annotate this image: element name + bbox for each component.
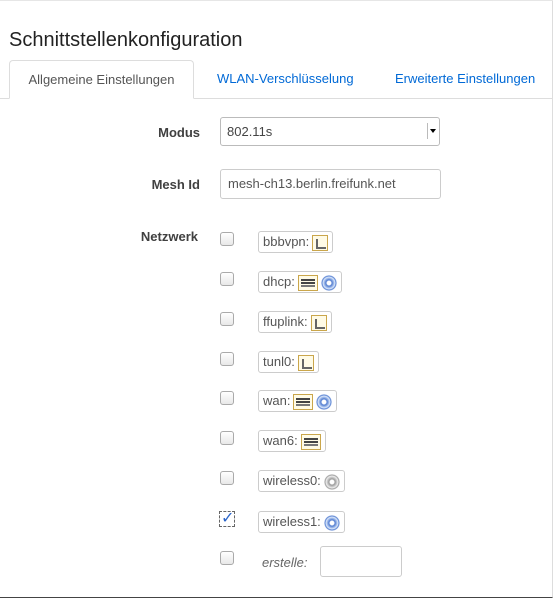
network-badge-ffuplink: ffuplink:: [258, 311, 332, 333]
network-checkbox-ffuplink[interactable]: [220, 312, 234, 326]
top-divider: [0, 0, 553, 1]
network-badge-dhcp: dhcp:: [258, 271, 342, 293]
meshid-input[interactable]: mesh-ch13.berlin.freifunk.net: [220, 169, 441, 199]
bridge-icon: [297, 274, 318, 291]
create-network-label: erstelle:: [262, 555, 308, 570]
network-checkbox-dhcp[interactable]: [220, 272, 234, 286]
network-label: Netzwerk: [140, 229, 198, 244]
bridge-icon: [300, 433, 321, 450]
wifi-icon: [323, 514, 340, 531]
bridge-icon: [293, 393, 314, 410]
network-checkbox-wan[interactable]: [220, 391, 234, 405]
tab-wlan-encryption[interactable]: WLAN-Verschlüsselung: [217, 60, 354, 98]
tab-bar: Allgemeine Einstellungen WLAN-Verschlüss…: [0, 60, 553, 99]
tab-general-settings[interactable]: Allgemeine Einstellungen: [9, 60, 194, 99]
network-name: dhcp:: [263, 274, 295, 289]
network-badge-tunl0: tunl0:: [258, 351, 319, 373]
dropdown-arrow-icon[interactable]: [427, 123, 436, 139]
network-badge-wireless1: wireless1:: [258, 511, 345, 533]
wifi-disabled-icon: [323, 473, 340, 490]
mode-label: Modus: [158, 125, 200, 140]
network-name: wireless0:: [263, 473, 321, 488]
network-badge-wireless0: wireless0:: [258, 470, 345, 492]
network-checkbox-tunl0[interactable]: [220, 352, 234, 366]
network-name: tunl0:: [263, 354, 295, 369]
ethernet-port-icon: [297, 354, 314, 371]
create-network-input[interactable]: [320, 546, 402, 577]
meshid-label: Mesh Id: [151, 177, 200, 192]
network-checkbox-wireless1[interactable]: [219, 508, 235, 528]
network-name: wan:: [263, 393, 291, 408]
network-checkbox-wireless0[interactable]: [220, 471, 234, 485]
ethernet-port-icon: [312, 234, 329, 251]
network-checkbox-create[interactable]: [220, 551, 234, 565]
network-checkbox-bbbvpn[interactable]: [220, 232, 234, 246]
tab-advanced-settings[interactable]: Erweiterte Einstellungen: [395, 60, 535, 98]
network-name: wireless1:: [263, 514, 321, 529]
network-badge-bbbvpn: bbbvpn:: [258, 231, 334, 253]
network-name: bbbvpn:: [263, 234, 310, 249]
mode-select[interactable]: 802.11s: [220, 117, 440, 146]
network-name: wan6:: [263, 433, 298, 448]
wifi-icon: [320, 274, 337, 291]
network-checkbox-wan6[interactable]: [220, 431, 234, 445]
ethernet-port-icon: [310, 314, 327, 331]
network-name: ffuplink:: [263, 314, 308, 329]
mode-select-value: 802.11s: [227, 124, 273, 139]
wifi-icon: [316, 393, 333, 410]
network-badge-wan6: wan6:: [258, 430, 326, 452]
section-title: Schnittstellenkonfiguration: [9, 29, 243, 51]
network-badge-wan: wan:: [258, 390, 338, 412]
